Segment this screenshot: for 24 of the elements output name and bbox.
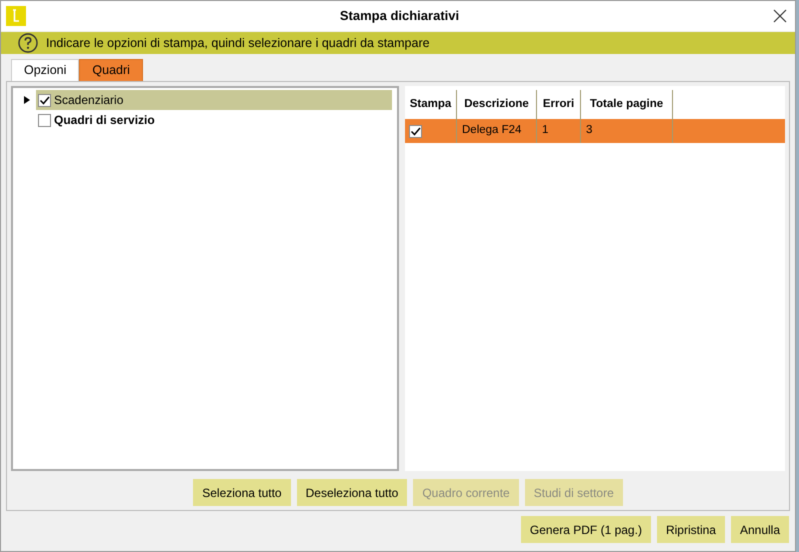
table-row[interactable]: Delega F24 1 3 <box>405 119 785 143</box>
checkbox[interactable] <box>409 124 422 138</box>
help-icon <box>18 33 38 53</box>
expand-arrow-icon[interactable] <box>23 96 31 104</box>
app-logo-icon <box>6 6 26 26</box>
tree-item-label: Scadenziario <box>54 92 124 109</box>
checkbox[interactable] <box>38 94 51 106</box>
action-button[interactable]: Annulla <box>730 516 789 543</box>
action-button[interactable]: Deseleziona tutto <box>296 479 408 506</box>
action-button[interactable]: Genera PDF (1 pag.) <box>520 516 651 543</box>
table-cell: 1 <box>537 119 581 143</box>
tree-item[interactable]: Quadri di servizio <box>36 110 392 130</box>
table-cell: Delega F24 <box>457 119 537 143</box>
tab[interactable]: Opzioni <box>11 59 80 81</box>
table-cell: 3 <box>581 119 673 143</box>
checkbox[interactable] <box>38 114 51 126</box>
tree-item-label: Quadri di servizio <box>54 112 155 129</box>
tab[interactable]: Quadri <box>79 59 143 81</box>
action-button[interactable]: Seleziona tutto <box>193 479 291 506</box>
action-button[interactable]: Ripristina <box>656 516 725 543</box>
window-title: Stampa dichiarativi <box>338 7 460 26</box>
close-icon[interactable] <box>773 9 787 23</box>
tree-item[interactable]: Scadenziario <box>36 90 392 110</box>
info-text: Indicare le opzioni di stampa, quindi selezionare i quadri da stampare <box>46 34 430 52</box>
